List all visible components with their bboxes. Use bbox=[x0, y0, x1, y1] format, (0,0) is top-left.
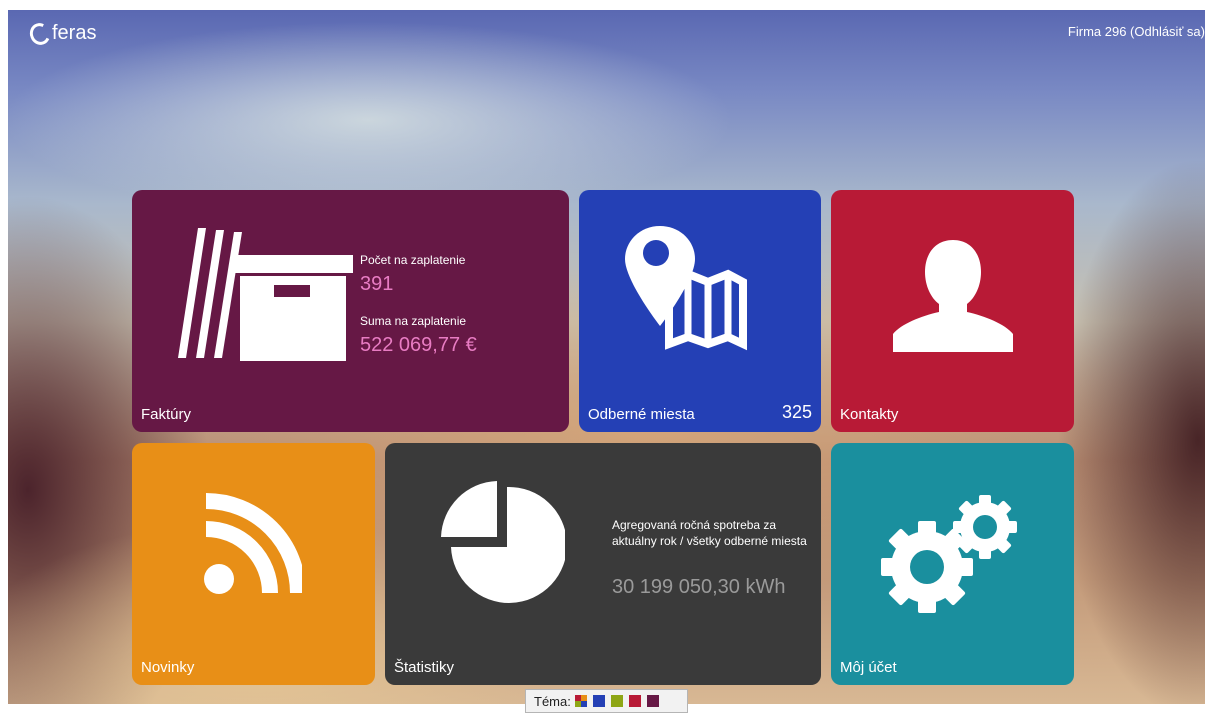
tile-odberne-miesta[interactable]: Odberné miesta 325 bbox=[579, 190, 821, 432]
tile-kontakty[interactable]: Kontakty bbox=[831, 190, 1074, 432]
theme-picker: Téma: bbox=[525, 689, 688, 713]
user-logout-link[interactable]: Firma 296 (Odhlásiť sa) bbox=[1068, 24, 1205, 39]
gears-icon bbox=[881, 495, 1017, 613]
archive-box-icon bbox=[178, 228, 353, 361]
stat-value: 30 199 050,30 kWh bbox=[612, 576, 786, 598]
pie-chart-icon bbox=[441, 481, 565, 603]
logo[interactable]: feras bbox=[26, 19, 97, 48]
stat-description: Agregovaná ročná spotreba za aktuálny ro… bbox=[612, 518, 807, 548]
theme-swatch-blue[interactable] bbox=[592, 695, 605, 707]
tile-title: Odberné miesta bbox=[588, 406, 695, 423]
theme-label: Téma: bbox=[534, 693, 571, 709]
tile-title: Kontakty bbox=[840, 406, 899, 423]
tile-title: Môj účet bbox=[840, 659, 897, 676]
tile-novinky[interactable]: Novinky bbox=[132, 443, 375, 685]
theme-swatch-multi[interactable] bbox=[574, 695, 587, 707]
tile-moj-ucet[interactable]: Môj účet bbox=[831, 443, 1074, 685]
person-icon bbox=[893, 240, 1013, 352]
rss-icon bbox=[204, 493, 302, 594]
logo-mark-icon bbox=[26, 19, 54, 48]
theme-swatch-red[interactable] bbox=[628, 695, 641, 707]
count-value: 391 bbox=[360, 273, 394, 295]
tile-faktury[interactable]: Počet na zaplatenie 391 Suma na zaplaten… bbox=[132, 190, 569, 432]
tile-statistiky[interactable]: Agregovaná ročná spotreba za aktuálny ro… bbox=[385, 443, 821, 685]
count-label: Počet na zaplatenie bbox=[360, 253, 466, 267]
logo-text: feras bbox=[52, 22, 97, 44]
tile-title: Novinky bbox=[141, 659, 195, 676]
sum-value: 522 069,77 € bbox=[360, 334, 477, 356]
sum-label: Suma na zaplatenie bbox=[360, 314, 467, 328]
map-pin-icon bbox=[625, 226, 747, 351]
theme-swatch-green[interactable] bbox=[610, 695, 623, 707]
theme-swatch-purple[interactable] bbox=[646, 695, 659, 707]
tile-title: Štatistiky bbox=[394, 659, 455, 676]
count-badge: 325 bbox=[781, 402, 812, 422]
tile-title: Faktúry bbox=[141, 406, 192, 423]
